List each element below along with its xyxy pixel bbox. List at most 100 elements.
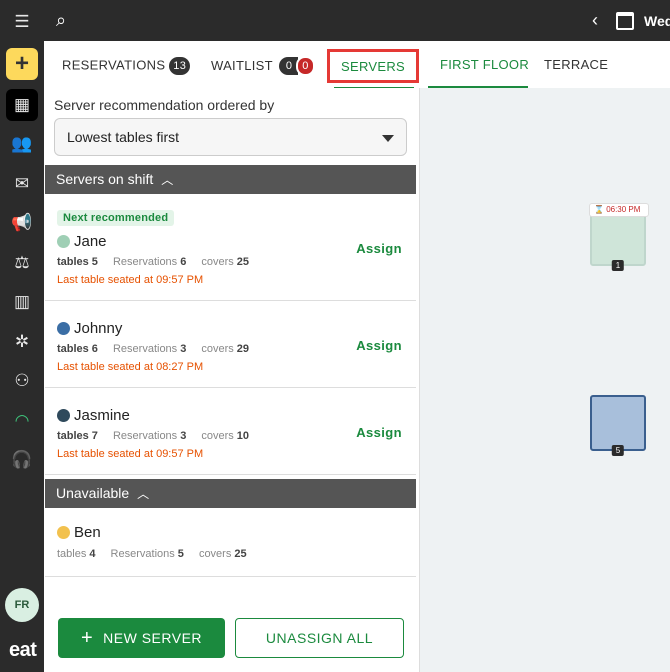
- dashboard-icon[interactable]: ▦: [6, 89, 38, 121]
- server-name: Ben: [57, 524, 101, 541]
- new-server-button[interactable]: + NEW SERVER: [58, 618, 225, 658]
- headset-icon[interactable]: 🎧: [6, 444, 38, 476]
- server-color-dot: [57, 322, 70, 335]
- mail-icon[interactable]: ✉: [6, 168, 38, 200]
- servers-panel: Server recommendation ordered by Lowest …: [44, 88, 420, 672]
- section-header-on-shift[interactable]: Servers on shift ︿: [45, 165, 416, 194]
- tab-terrace[interactable]: TERRACE: [544, 57, 608, 72]
- stat-value: 7: [91, 430, 98, 442]
- assign-button[interactable]: Assign: [356, 338, 402, 353]
- reservations-count-badge: 13: [169, 57, 191, 75]
- recommendation-label: Server recommendation ordered by: [54, 97, 275, 113]
- server-stats: tables 6 Reservations 3 covers 29: [57, 343, 261, 355]
- server-card: Jasmine tables 7 Reservations 3 covers 10 L…: [45, 388, 416, 475]
- floor-tabs: FIRST FLOOR TERRACE: [420, 41, 670, 88]
- server-card: Ben tables 4 Reservations 5 covers 25: [45, 508, 416, 577]
- stat-label: covers: [198, 548, 232, 560]
- calendar-icon[interactable]: [616, 12, 634, 30]
- stat-value: 5: [177, 548, 184, 560]
- stat-value: 25: [236, 256, 250, 268]
- table-1[interactable]: ⌛ 06:30 PM 1: [589, 203, 649, 271]
- stat-value: 6: [180, 256, 187, 268]
- table-5[interactable]: 5: [590, 395, 646, 456]
- stat-label: Reservations: [110, 548, 175, 560]
- stat-value: 6: [91, 343, 98, 355]
- section-title: Unavailable: [56, 485, 130, 501]
- server-stats: tables 5 Reservations 6 covers 25: [57, 256, 261, 268]
- tab-reservations-label: RESERVATIONS: [62, 57, 166, 73]
- panel-tabs: RESERVATIONS 13 WAITLIST 0 0 SERVERS: [44, 41, 420, 89]
- server-stats: tables 4 Reservations 5 covers 25: [57, 548, 259, 560]
- server-color-dot: [57, 526, 70, 539]
- server-name: Jasmine: [57, 407, 130, 424]
- tab-reservations[interactable]: RESERVATIONS 13: [62, 57, 191, 75]
- stat-label: covers: [201, 343, 234, 355]
- last-seated-text: Last table seated at 09:57 PM: [57, 448, 204, 460]
- unassign-all-button[interactable]: UNASSIGN ALL: [235, 618, 404, 658]
- stat-value: 25: [234, 548, 247, 560]
- reservation-time: 06:30 PM: [606, 205, 641, 214]
- menu-icon[interactable]: ☰: [6, 6, 38, 38]
- chevron-up-icon: ︿: [161, 173, 174, 187]
- stat-value: 10: [236, 430, 250, 442]
- megaphone-icon[interactable]: 📢: [6, 207, 38, 239]
- add-button[interactable]: +: [6, 48, 38, 80]
- stat-value: 3: [180, 430, 187, 442]
- tab-waitlist-label: WAITLIST: [211, 57, 273, 73]
- chevron-up-icon: ︿: [137, 487, 150, 501]
- recommendation-select[interactable]: Lowest tables first: [54, 118, 407, 156]
- section-header-unavailable[interactable]: Unavailable ︿: [45, 479, 416, 508]
- next-recommended-badge: Next recommended: [57, 210, 175, 226]
- server-stats: tables 7 Reservations 3 covers 10: [57, 430, 261, 442]
- top-bar: ⌕ ‹ Wed: [44, 0, 670, 41]
- server-name: Johnny: [57, 320, 122, 337]
- waitlist-alert-badge: 0: [296, 56, 315, 76]
- gauge-icon[interactable]: ◠: [6, 405, 38, 437]
- guests-icon[interactable]: 👥: [6, 128, 38, 160]
- assign-button[interactable]: Assign: [356, 241, 402, 256]
- server-card: Johnny tables 6 Reservations 3 covers 29 La…: [45, 301, 416, 388]
- stat-value: 29: [236, 343, 250, 355]
- stat-label: tables: [57, 256, 89, 268]
- avatar[interactable]: FR: [5, 588, 39, 622]
- recommendation-selected-value: Lowest tables first: [67, 129, 180, 145]
- table-number: 1: [611, 260, 625, 271]
- server-name-text: Jasmine: [74, 407, 130, 424]
- ai-search-icon[interactable]: ⌕: [56, 10, 66, 31]
- table-number: 5: [611, 445, 625, 456]
- new-server-label: NEW SERVER: [103, 630, 203, 646]
- integrations-icon[interactable]: ✲: [6, 326, 38, 358]
- stat-label: Reservations: [112, 343, 178, 355]
- stat-label: Reservations: [112, 256, 178, 268]
- stat-label: Reservations: [112, 430, 178, 442]
- stat-label: covers: [201, 256, 234, 268]
- caret-down-icon: [382, 135, 394, 142]
- chevron-left-icon[interactable]: ‹: [592, 10, 598, 31]
- tab-first-floor[interactable]: FIRST FLOOR: [440, 57, 529, 72]
- stat-label: tables: [57, 548, 87, 560]
- reservation-time-tag: ⌛ 06:30 PM: [589, 203, 649, 217]
- sidebar: ☰ + ▦ 👥 ✉ 📢 ⚖ ▥ ✲ ⚇ ◠ 🎧 FR eat: [0, 0, 44, 672]
- plus-icon: +: [80, 626, 94, 649]
- server-card: Next recommended Jane tables 5 Reservatio…: [45, 194, 416, 301]
- stat-value: 3: [180, 343, 187, 355]
- section-title: Servers on shift: [56, 171, 154, 187]
- last-seated-text: Last table seated at 08:27 PM: [57, 361, 204, 373]
- tab-servers[interactable]: SERVERS: [327, 49, 419, 83]
- server-color-dot: [57, 235, 70, 248]
- stat-value: 4: [89, 548, 96, 560]
- date-label[interactable]: Wed: [644, 13, 670, 29]
- staff-icon[interactable]: ⚇: [6, 365, 38, 397]
- floor-plan: ⌛ 06:30 PM 1 5: [420, 88, 670, 672]
- server-name: Jane: [57, 233, 107, 250]
- stat-value: 5: [91, 256, 98, 268]
- server-name-text: Johnny: [74, 320, 123, 337]
- tab-waitlist[interactable]: WAITLIST 0 0: [211, 56, 315, 76]
- floorplan-icon[interactable]: ⚖: [6, 247, 38, 279]
- stat-label: tables: [57, 430, 89, 442]
- last-seated-text: Last table seated at 09:57 PM: [57, 274, 204, 286]
- assign-button[interactable]: Assign: [356, 425, 402, 440]
- stat-label: covers: [201, 430, 234, 442]
- reports-icon[interactable]: ▥: [6, 286, 38, 318]
- stat-label: tables: [57, 343, 89, 355]
